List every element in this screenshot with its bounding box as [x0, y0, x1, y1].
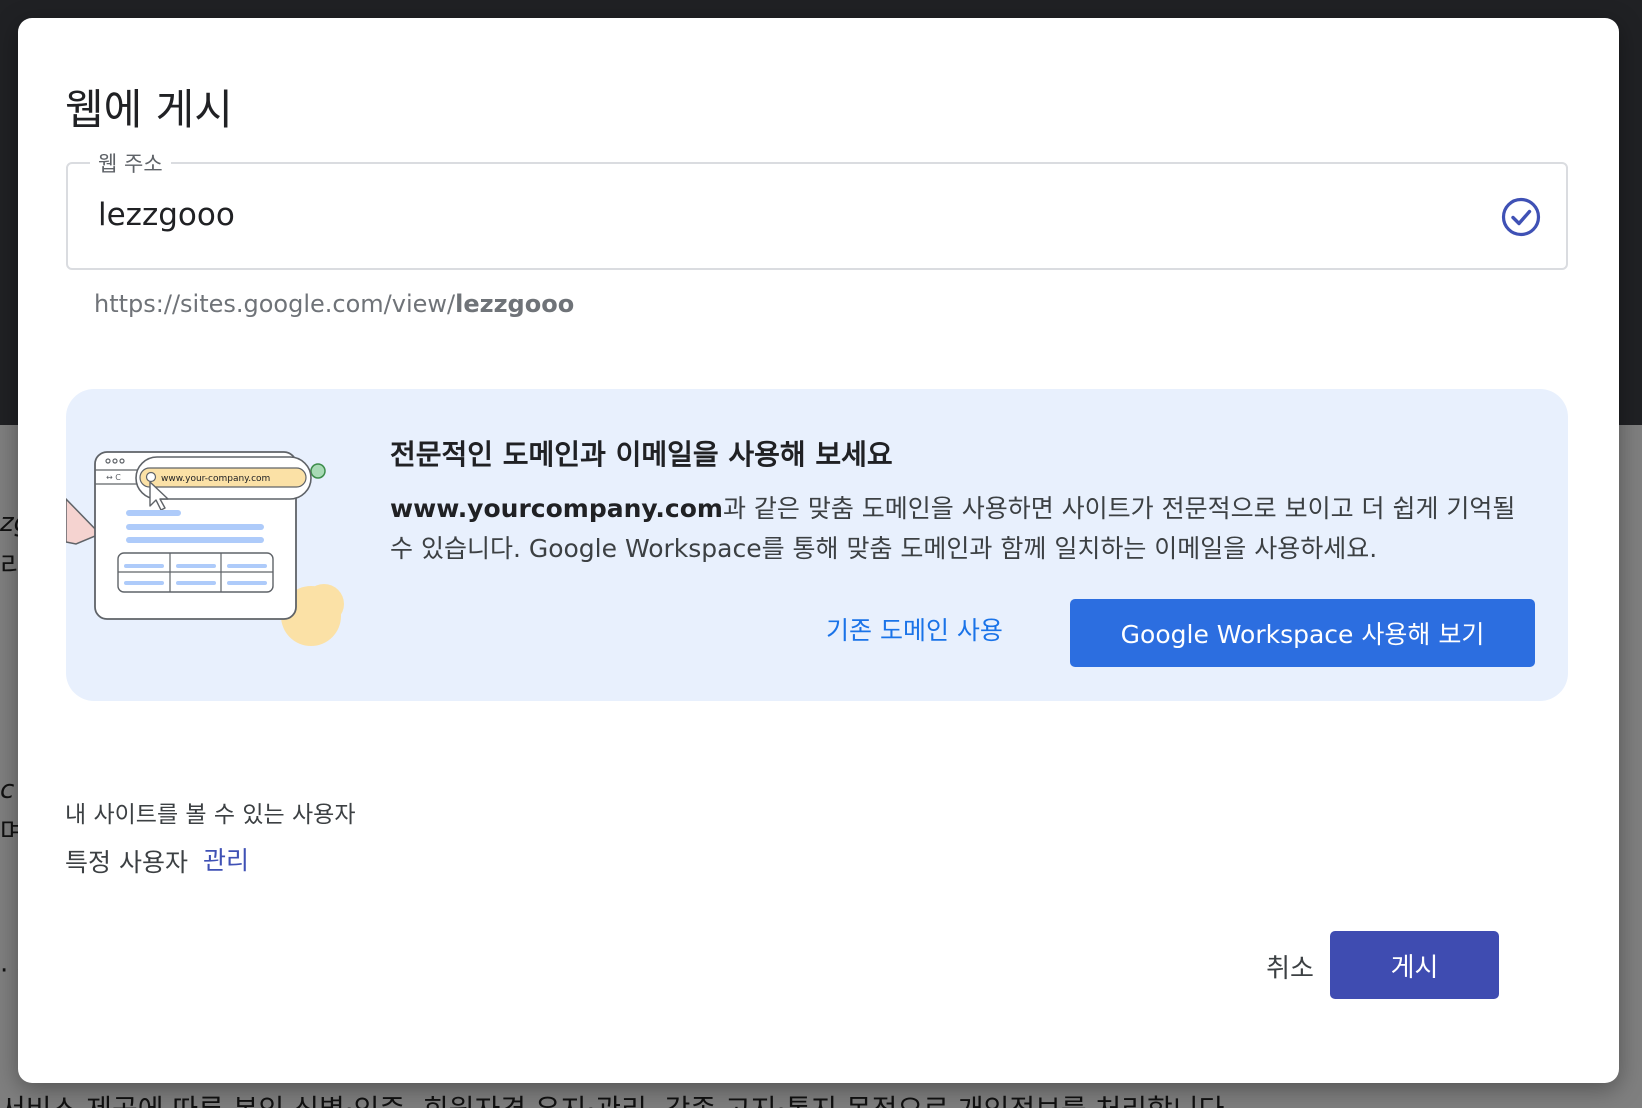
illustration-url-text: www.your-company.com: [161, 474, 270, 484]
background-text-fragment: c: [0, 775, 15, 805]
publish-dialog: 웹에 게시 웹 주소 https://sites.google.com/view…: [18, 18, 1619, 1083]
try-google-workspace-button[interactable]: Google Workspace 사용해 보기: [1070, 599, 1535, 667]
url-preview-prefix: https://sites.google.com/view/: [94, 290, 456, 318]
publish-button[interactable]: 게시: [1330, 931, 1499, 999]
url-preview-slug: lezzgooo: [455, 290, 575, 318]
check-circle-icon: [1501, 197, 1541, 237]
domain-illustration: ↔ C www.your-company.com: [66, 451, 344, 646]
dialog-title: 웹에 게시: [65, 85, 233, 134]
svg-text:↔ C: ↔ C: [106, 473, 121, 482]
web-address-label: 웹 주소: [90, 148, 171, 178]
url-preview: https://sites.google.com/view/lezzgooo: [94, 290, 574, 318]
web-address-field[interactable]: 웹 주소: [66, 148, 1568, 270]
promo-heading: 전문적인 도메인과 이메일을 사용해 보세요: [390, 438, 893, 471]
manage-visibility-link[interactable]: 관리: [203, 841, 249, 877]
web-address-input[interactable]: [98, 192, 1398, 238]
custom-domain-promo: ↔ C www.your-company.com 전문적인 도메인과 이메일을 …: [66, 389, 1568, 701]
background-footer-text: 서비스 제공에 따른 본인 식별·인증, 회원자격 유지·관리, 각종 고지·통…: [0, 1088, 1233, 1108]
promo-body-domain: www.yourcompany.com: [390, 494, 723, 523]
visibility-label: 내 사이트를 볼 수 있는 사용자: [65, 802, 356, 828]
use-existing-domain-button[interactable]: 기존 도메인 사용: [826, 607, 1003, 655]
promo-body: www.yourcompany.com과 같은 맞춤 도메인을 사용하면 사이트…: [390, 489, 1530, 569]
visibility-value: 특정 사용자: [65, 848, 188, 877]
